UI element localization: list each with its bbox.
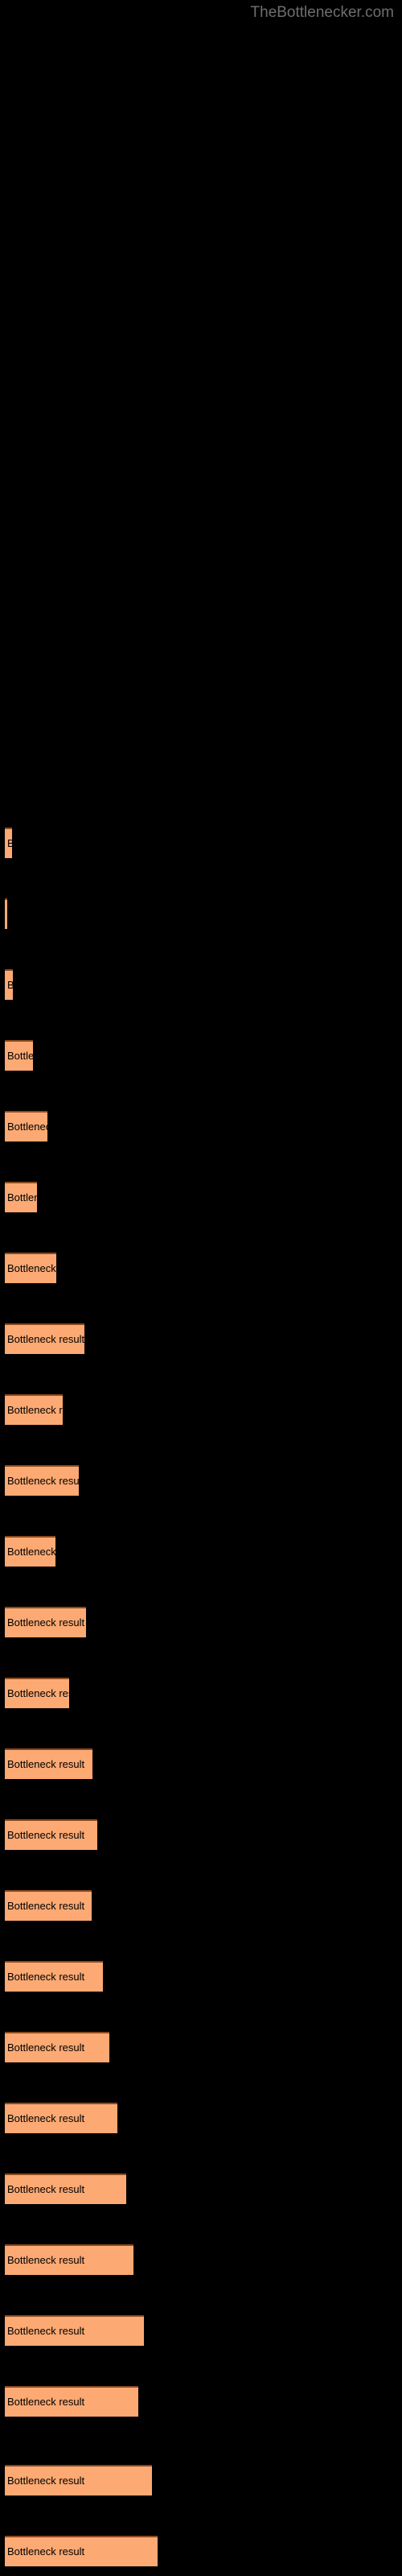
chart-bar[interactable]: Bottleneck result	[5, 1182, 37, 1212]
page-root: TheBottlenecker.com Bottleneck resultBot…	[0, 0, 402, 2576]
chart-bar[interactable]: Bottleneck result	[5, 1323, 84, 1354]
bar-label: Bottleneck result	[7, 2112, 85, 2124]
bar-label: Bottleneck result	[7, 1121, 47, 1133]
chart-bar[interactable]: Bottleneck result	[5, 1819, 97, 1850]
chart-bar[interactable]: Bottleneck result	[5, 1961, 103, 1992]
chart-bar[interactable]: Bottleneck result	[5, 2244, 133, 2275]
bar-label: Bottleneck result	[7, 1191, 37, 1203]
bar-label: Bottleneck result	[7, 1758, 85, 1770]
chart-bar[interactable]: Bottleneck result	[5, 2032, 109, 2062]
chart-bar[interactable]: Bottleneck result	[5, 1465, 79, 1496]
bar-label: Bottleneck result	[7, 980, 13, 991]
chart-bar[interactable]: Bottleneck result	[5, 898, 7, 929]
chart-bar[interactable]: Bottleneck result	[5, 2174, 126, 2204]
chart-bar[interactable]: Bottleneck result	[5, 2386, 138, 2417]
chart-bar[interactable]: Bottleneck result	[5, 2103, 117, 2133]
bar-label: Bottleneck result	[7, 1829, 85, 1841]
bar-chart: Bottleneck result Bottleneck result Bottle…	[0, 0, 402, 2576]
bar-label: Bottleneck result	[7, 2183, 85, 2195]
bar-label: Bottleneck result	[7, 1333, 84, 1345]
bar-label: Bottleneck result	[7, 1546, 55, 1558]
chart-bar[interactable]: Bottleneck result	[5, 1748, 92, 1779]
chart-bar[interactable]: Bottleneck result	[5, 969, 13, 1000]
bar-label: Bottleneck result	[7, 838, 12, 849]
bar-label: Bottleneck result	[7, 1971, 85, 1983]
bar-label: Bottleneck result	[7, 2041, 85, 2054]
bar-label: Bottleneck result	[7, 2325, 85, 2337]
bar-label: Bottleneck result	[7, 2475, 85, 2487]
chart-bar[interactable]: Bottleneck result	[5, 1253, 56, 1283]
bar-label: Bottleneck result	[7, 1687, 69, 1699]
bar-label: Bottleneck result	[7, 1404, 63, 1416]
chart-bar[interactable]: Bottleneck result	[5, 1607, 86, 1637]
bar-label: Bottleneck result	[7, 1050, 33, 1062]
chart-bar[interactable]: Bottleneck result	[5, 1890, 92, 1921]
chart-bar[interactable]: Bottleneck result	[5, 828, 12, 858]
bar-label: Bottleneck result	[7, 2545, 85, 2557]
chart-bar[interactable]: Bottleneck result	[5, 2315, 144, 2346]
chart-bar[interactable]: Bottleneck result	[5, 1040, 33, 1071]
chart-bar[interactable]: Bottleneck result	[5, 1394, 63, 1425]
chart-bar[interactable]: Bottleneck result	[5, 2536, 158, 2566]
bar-label: Bottleneck result	[7, 2396, 85, 2408]
bar-label: Bottleneck result	[7, 1616, 85, 1629]
bar-label: Bottleneck result	[7, 1900, 85, 1912]
chart-bar[interactable]: Bottleneck result	[5, 1536, 55, 1567]
bar-label: Bottleneck result	[7, 1262, 56, 1274]
bar-label: Bottleneck result	[7, 2254, 85, 2266]
bar-label: Bottleneck result	[7, 1475, 79, 1487]
chart-bar[interactable]: Bottleneck result	[5, 2465, 152, 2496]
chart-bar[interactable]: Bottleneck result	[5, 1678, 69, 1708]
chart-bar[interactable]: Bottleneck result	[5, 1111, 47, 1141]
